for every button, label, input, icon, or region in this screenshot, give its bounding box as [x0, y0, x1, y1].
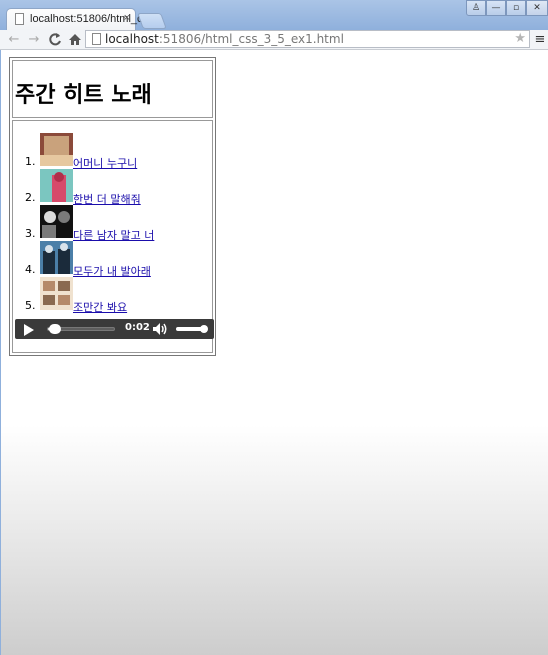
url-text: localhost:51806/html_css_3_5_ex1.html	[105, 31, 344, 47]
user-icon[interactable]: ♙	[466, 0, 486, 16]
page-title: 주간 히트 노래	[15, 83, 152, 108]
table-body-cell: 1. 어머니 누구니 2. 한번 더 말해줘 3. 다른 남자 말고 너 4. …	[12, 120, 214, 353]
song-link[interactable]: 조만간 봐요	[73, 299, 127, 315]
table-header-cell: 주간 히트 노래	[12, 60, 213, 118]
list-item: 2. 한번 더 말해줘	[13, 165, 212, 206]
page-viewport: 주간 히트 노래 1. 어머니 누구니 2. 한번 더 말해줘 3. 다른 남자…	[0, 50, 548, 655]
new-tab-button[interactable]	[137, 13, 167, 29]
current-time: 0:02	[125, 322, 150, 333]
tab-close-icon[interactable]: ×	[124, 12, 130, 24]
album-thumbnail	[40, 205, 73, 238]
title-bar: localhost:51806/html_css × ♙ — ▫ ✕	[0, 0, 548, 30]
page-icon	[15, 13, 24, 25]
list-item: 3. 다른 남자 말고 너	[13, 201, 212, 242]
address-bar[interactable]: localhost:51806/html_css_3_5_ex1.html ★	[85, 30, 530, 48]
seek-handle[interactable]	[49, 324, 62, 334]
bookmark-star-icon[interactable]: ★	[514, 31, 526, 47]
reload-icon[interactable]	[47, 30, 63, 49]
list-item: 5. 조만간 봐요	[13, 273, 212, 314]
album-thumbnail	[40, 241, 73, 274]
document-icon	[92, 33, 101, 45]
play-icon[interactable]	[24, 324, 34, 336]
song-number: 5.	[25, 299, 36, 312]
back-arrow-icon[interactable]: ←	[6, 30, 22, 49]
album-thumbnail	[40, 133, 73, 166]
song-list: 1. 어머니 누구니 2. 한번 더 말해줘 3. 다른 남자 말고 너 4. …	[13, 129, 212, 314]
album-thumbnail	[40, 277, 73, 310]
browser-toolbar: ← → localhost:51806/html_css_3_5_ex1.htm…	[0, 30, 548, 50]
url-host: localhost	[105, 32, 159, 46]
menu-icon[interactable]: ≡	[533, 30, 547, 49]
close-button[interactable]: ✕	[526, 0, 548, 16]
minimize-button[interactable]: —	[486, 0, 506, 16]
list-item: 4. 모두가 내 발아래	[13, 237, 212, 278]
maximize-button[interactable]: ▫	[506, 0, 526, 16]
url-path: :51806/html_css_3_5_ex1.html	[158, 32, 344, 46]
home-icon[interactable]	[67, 30, 83, 49]
browser-tab[interactable]: localhost:51806/html_css ×	[6, 8, 154, 30]
volume-icon[interactable]	[151, 320, 169, 338]
volume-handle[interactable]	[200, 325, 208, 333]
album-thumbnail	[40, 169, 73, 202]
audio-player: 0:02	[15, 319, 214, 339]
song-table: 주간 히트 노래 1. 어머니 누구니 2. 한번 더 말해줘 3. 다른 남자…	[9, 57, 216, 356]
forward-arrow-icon[interactable]: →	[26, 30, 42, 49]
tab-title: localhost:51806/html_css	[30, 13, 154, 25]
list-item: 1. 어머니 누구니	[13, 129, 212, 170]
